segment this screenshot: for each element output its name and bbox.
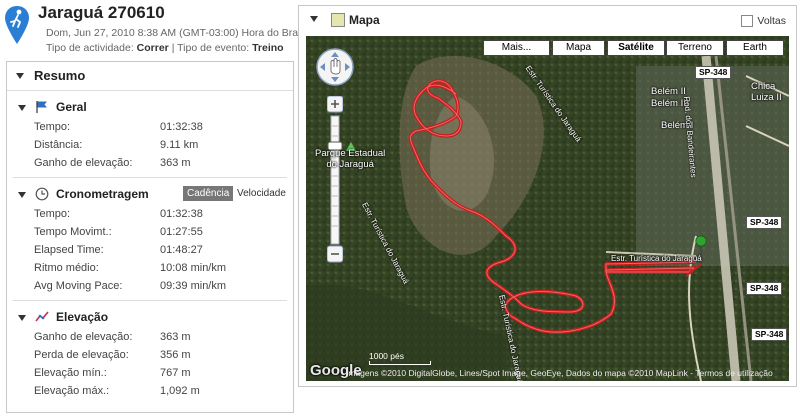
map-type-terrain-button[interactable]: Terreno: [666, 40, 724, 56]
stat-value: 363 m: [160, 331, 191, 343]
road-label: Estr. Turística do Jaraguá: [611, 254, 702, 263]
highway-shield: SP-348: [695, 66, 732, 79]
activity-title[interactable]: Jaraguá 270610: [38, 3, 165, 23]
activity-type-value[interactable]: Correr: [137, 42, 169, 54]
stat-label: Distância:: [34, 139, 83, 151]
highway-shield: SP-348: [746, 282, 783, 295]
stat-value: 1,092 m: [160, 385, 200, 397]
laps-label: Voltas: [757, 15, 786, 27]
collapse-triangle-icon[interactable]: [310, 16, 318, 22]
laps-checkbox[interactable]: [741, 15, 754, 27]
summary-header[interactable]: Resumo: [7, 62, 293, 91]
collapse-triangle-icon[interactable]: [16, 73, 24, 79]
stat-label: Elevação máx.:: [34, 385, 110, 397]
stat-row: Elevação máx.: 1,092 m: [7, 383, 293, 401]
stat-label: Elevação mín.:: [34, 367, 107, 379]
map-attribution[interactable]: Imagens ©2010 DigitalGlobe, Lines/Spot I…: [346, 368, 773, 378]
zoom-control[interactable]: [327, 96, 343, 266]
stat-row: Ganho de elevação: 363 m: [7, 155, 293, 173]
map-panel: Mapa Voltas Mais... Mapa Satélite Terren…: [298, 5, 797, 387]
pan-control[interactable]: [315, 47, 355, 87]
event-type-label: | Tipo de evento:: [171, 42, 250, 54]
activity-type-line: Tipo de actividade: Correr | Tipo de eve…: [46, 42, 284, 54]
runner-pin-icon: [5, 6, 29, 44]
summary-title: Resumo: [34, 68, 86, 83]
stat-value: 356 m: [160, 349, 191, 361]
stat-label: Ritmo médio:: [34, 262, 99, 274]
scale-bar: 1000 pés: [369, 351, 431, 365]
scale-label: 1000 pés: [369, 351, 404, 361]
highway-shield: SP-348: [751, 328, 788, 341]
activity-type-label: Tipo de actividade:: [46, 42, 134, 54]
section-cronometragem: Cronometragem Cadência Velocidade Tempo:…: [7, 182, 293, 301]
park-label: Parque Estadual do Jaraguá: [315, 148, 386, 170]
collapse-triangle-icon[interactable]: [18, 105, 26, 111]
stat-label: Ganho de elevação:: [34, 157, 133, 169]
section-geral-header[interactable]: Geral: [7, 95, 293, 119]
stat-value: 363 m: [160, 157, 191, 169]
stat-row: Elevação mín.: 767 m: [7, 365, 293, 383]
stat-row: Elapsed Time: 01:48:27: [7, 242, 293, 260]
stat-row: Avg Moving Pace: 09:39 min/km: [7, 278, 293, 296]
map-header[interactable]: Mapa Voltas: [299, 6, 796, 34]
flag-icon: [36, 101, 47, 113]
stat-row: Perda de elevação: 356 m: [7, 347, 293, 365]
stat-label: Elapsed Time:: [34, 244, 104, 256]
summary-panel: Resumo Geral Tempo: 01:32:38 Distância: 9.…: [6, 61, 294, 413]
map-type-bar: Mais... Mapa Satélite Terreno Earth: [306, 40, 789, 56]
map-type-earth-button[interactable]: Earth: [726, 40, 784, 56]
place-label-chica-luiza: Chica Luiza II: [751, 81, 782, 103]
stat-row: Ritmo médio: 10:08 min/km: [7, 260, 293, 278]
stat-row: Tempo: 01:32:38: [7, 119, 293, 137]
speed-toggle[interactable]: Velocidade: [233, 186, 290, 201]
scale-line: [369, 361, 431, 365]
stat-row: Tempo: 01:32:38: [7, 206, 293, 224]
map-type-satellite-button[interactable]: Satélite: [607, 40, 665, 56]
stat-value: 767 m: [160, 367, 191, 379]
stat-value: 9.11 km: [160, 139, 199, 151]
section-cronometragem-header[interactable]: Cronometragem Cadência Velocidade: [7, 182, 293, 206]
collapse-triangle-icon[interactable]: [18, 315, 26, 321]
section-elevacao-header[interactable]: Elevação: [7, 305, 293, 329]
stat-value: 01:32:38: [160, 208, 203, 220]
elevation-icon: [35, 311, 49, 322]
laps-checkbox-wrapper[interactable]: Voltas: [741, 15, 786, 27]
activity-datetime: Dom, Jun 27, 2010 8:38 AM (GMT-03:00) Ho…: [46, 27, 309, 39]
event-type-value[interactable]: Treino: [252, 42, 284, 54]
stat-value: 01:27:55: [160, 226, 203, 238]
divider: [13, 177, 287, 178]
stat-label: Tempo:: [34, 121, 71, 133]
stat-value: 01:48:27: [160, 244, 203, 256]
map-icon: [331, 13, 345, 27]
stat-value: 09:39 min/km: [160, 280, 227, 292]
section-cronometragem-title: Cronometragem: [56, 187, 149, 201]
place-label-belem2: Belém II: [651, 86, 686, 97]
satellite-map[interactable]: Mais... Mapa Satélite Terreno Earth Parq…: [306, 36, 789, 381]
section-elevacao: Elevação Ganho de elevação: 363 m Perda d…: [7, 305, 293, 401]
stat-label: Ganho de elevação:: [34, 331, 133, 343]
stat-row: Tempo Movimt.: 01:27:55: [7, 224, 293, 242]
stat-label: Tempo Movimt.:: [34, 226, 112, 238]
stat-value: 10:08 min/km: [160, 262, 227, 274]
cadence-toggle[interactable]: Cadência: [183, 186, 234, 201]
collapse-triangle-icon[interactable]: [18, 192, 26, 198]
section-geral: Geral Tempo: 01:32:38 Distância: 9.11 km G…: [7, 95, 293, 178]
divider: [13, 300, 287, 301]
stat-label: Tempo:: [34, 208, 71, 220]
stat-row: Distância: 9.11 km: [7, 137, 293, 155]
section-geral-title: Geral: [56, 100, 87, 114]
clock-icon: [35, 187, 49, 201]
activity-header: Jaraguá 270610 Dom, Jun 27, 2010 8:38 AM…: [0, 0, 308, 60]
stat-label: Avg Moving Pace:: [34, 280, 123, 292]
section-elevacao-title: Elevação: [56, 310, 109, 324]
map-title: Mapa: [349, 13, 380, 27]
stat-value: 01:32:38: [160, 121, 203, 133]
map-type-map-button[interactable]: Mapa: [552, 40, 605, 56]
highway-shield: SP-348: [746, 216, 783, 229]
stat-row: Ganho de elevação: 363 m: [7, 329, 293, 347]
stat-label: Perda de elevação:: [34, 349, 129, 361]
map-type-more-button[interactable]: Mais...: [483, 40, 550, 56]
